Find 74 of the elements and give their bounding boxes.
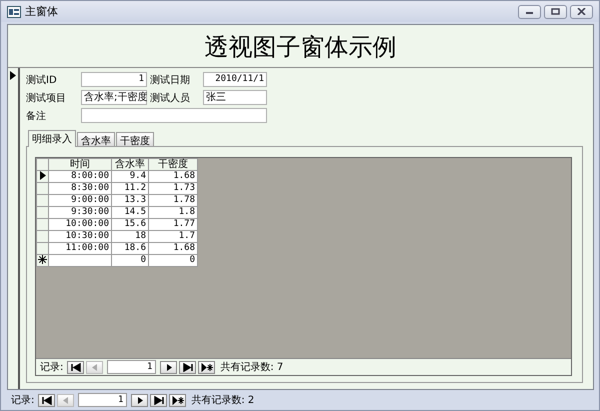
current-row-icon — [40, 171, 46, 180]
column-header[interactable]: 时间 — [48, 158, 112, 170]
table-cell: 1.73 — [148, 182, 198, 194]
table-cell: 14.5 — [112, 206, 148, 218]
record-count: 共有记录数: 7 — [220, 360, 284, 374]
table-cell: 9:30:00 — [48, 206, 112, 218]
first-record-button[interactable] — [38, 394, 56, 406]
table-cell: 13.3 — [112, 194, 148, 206]
column-header[interactable]: 含水率 — [112, 158, 148, 170]
column-header[interactable]: 干密度 — [148, 158, 198, 170]
tab[interactable]: 含水率 — [77, 132, 115, 146]
new-record-button[interactable] — [169, 394, 186, 406]
tab[interactable]: 干密度 — [116, 132, 154, 146]
table-cell: 8:00:00 — [48, 170, 112, 182]
record-number-field[interactable]: 1 — [107, 360, 156, 374]
table-cell — [48, 254, 112, 266]
table-cell: 9.4 — [112, 170, 148, 182]
field-label: 备注 — [26, 110, 47, 122]
table-cell: 1.7 — [148, 230, 198, 242]
table-cell: 9:00:00 — [48, 194, 112, 206]
table-cell: 10:30:00 — [48, 230, 112, 242]
close-icon — [577, 8, 586, 15]
row-selector[interactable] — [36, 254, 48, 266]
table-cell: 0 — [148, 254, 198, 266]
minimize-button[interactable] — [518, 4, 541, 18]
input-field[interactable]: 2010/11/1 — [203, 72, 267, 87]
first-record-button[interactable] — [67, 360, 84, 374]
table-cell: 1.68 — [148, 170, 198, 182]
triangle-icon — [70, 362, 82, 372]
table-cell: 1.78 — [148, 194, 198, 206]
input-field[interactable] — [81, 108, 267, 123]
record-label: 记录: — [40, 361, 64, 374]
next-record-button[interactable] — [131, 394, 148, 406]
form-icon — [7, 6, 21, 18]
table-cell: 10:00:00 — [48, 218, 112, 230]
asterisk-icon — [38, 255, 47, 264]
table-cell: 15.6 — [112, 218, 148, 230]
input-field[interactable]: 1 — [81, 72, 147, 87]
input-field[interactable]: 张三 — [203, 90, 267, 105]
record-label: 记录: — [11, 394, 34, 407]
table-cell: 11:00:00 — [48, 242, 112, 254]
tab[interactable]: 明细录入 — [28, 130, 76, 147]
record-count: 共有记录数: 2 — [191, 394, 254, 407]
restore-button[interactable] — [544, 4, 567, 18]
field-label: 测试日期 — [150, 74, 191, 86]
field-label: 测试人员 — [150, 92, 191, 104]
table-cell: 1.68 — [148, 242, 198, 254]
form-heading: 透视图子窗体示例 — [204, 32, 398, 63]
triangle-icon — [200, 362, 213, 372]
table-cell: 1.8 — [148, 206, 198, 218]
next-record-button[interactable] — [160, 360, 178, 374]
last-record-button[interactable] — [150, 394, 168, 406]
corner-cell — [36, 158, 48, 170]
field-label: 测试项目 — [26, 92, 67, 104]
restore-icon — [551, 8, 560, 15]
triangle-icon — [182, 362, 194, 372]
triangle-icon — [40, 396, 53, 404]
triangle-icon — [172, 396, 184, 404]
triangle-icon — [152, 396, 165, 404]
last-record-button[interactable] — [179, 360, 196, 374]
table-cell: 1.77 — [148, 218, 198, 230]
record-selector[interactable] — [8, 68, 20, 389]
row-selector[interactable] — [36, 170, 48, 182]
table-cell: 18 — [112, 230, 148, 242]
record-number-field[interactable]: 1 — [78, 393, 128, 407]
field-label: 测试ID — [26, 74, 58, 86]
close-button[interactable] — [570, 4, 593, 18]
window-title: 主窗体 — [25, 4, 58, 19]
table-cell: 18.6 — [112, 242, 148, 254]
table-cell: 11.2 — [112, 182, 148, 194]
table-cell: 8:30:00 — [48, 182, 112, 194]
table-cell: 0 — [112, 254, 148, 266]
input-field[interactable]: 含水率;干密度 — [81, 90, 147, 105]
new-record-button[interactable] — [198, 360, 216, 374]
